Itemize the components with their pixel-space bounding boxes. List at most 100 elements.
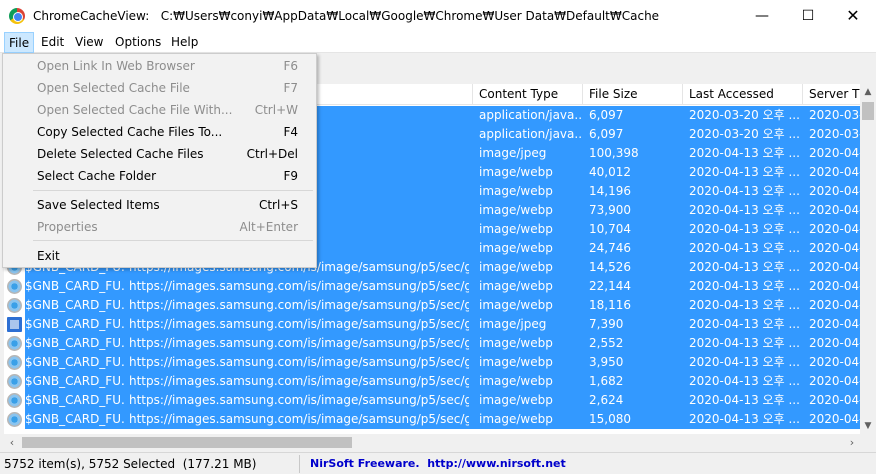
column-header-file-size[interactable]: File Size [583,84,683,105]
cell-content-type: image/webp [479,298,553,312]
cell-content-type: image/webp [479,184,553,198]
table-row[interactable]: $GNB_CARD_FU... https://images.samsung.co… [4,296,860,315]
cell-url: https://images.samsung.com/is/image/sams… [129,374,469,388]
menu-item-exit[interactable]: Exit [4,245,315,267]
menu-item-label: Properties [37,220,98,234]
cell-last-accessed: 2020-03-20 오후 ... [689,108,800,122]
cell-server-time: 2020-04- [809,203,860,217]
menu-item-label: Select Cache Folder [37,169,157,183]
cell-file-size: 2,552 [589,336,624,350]
table-row[interactable]: $GNB_CARD_FU... https://images.samsung.co… [4,353,860,372]
cell-server-time: 2020-04- [809,222,860,236]
horizontal-scrollbar[interactable]: ‹ › [4,434,860,451]
menu-edit[interactable]: Edit [41,35,64,49]
cell-file-size: 3,950 [589,355,624,369]
cell-file-size: 7,390 [589,317,624,331]
cell-url: https://images.samsung.com/is/image/sams… [129,336,469,350]
cell-file-size: 73,900 [589,203,631,217]
cell-filename: $GNB_CARD_FU... [25,412,125,426]
menu-item-shortcut: Ctrl+S [258,198,298,212]
menu-item-shortcut: Alt+Enter [239,220,298,234]
web-file-icon [7,355,22,370]
menu-item-open-selected-cache-file-with[interactable]: Open Selected Cache File With... Ctrl+W [4,99,315,121]
image-file-icon [7,317,22,332]
menu-item-label: Exit [37,249,60,263]
status-summary: 5752 item(s), 5752 Selected (177.21 MB) [0,455,300,473]
scroll-left-arrow-icon[interactable]: ‹ [4,434,20,451]
close-button[interactable]: ✕ [830,0,876,32]
scroll-up-arrow-icon[interactable]: ▲ [860,84,876,100]
scroll-down-arrow-icon[interactable]: ▼ [860,418,876,434]
minimize-button[interactable]: — [739,0,785,32]
cell-file-size: 24,746 [589,241,631,255]
cell-server-time: 2020-04- [809,393,860,407]
status-bar: 5752 item(s), 5752 Selected (177.21 MB) … [0,452,876,474]
web-file-icon [7,412,22,427]
column-header-server-time[interactable]: Server Tir [803,84,860,105]
column-header-content-type[interactable]: Content Type [473,84,583,105]
cell-last-accessed: 2020-04-13 오후 ... [689,336,800,350]
web-file-icon [7,374,22,389]
menu-file[interactable]: File [4,32,35,53]
menu-item-save-selected-items[interactable]: Save Selected Items Ctrl+S [4,194,315,216]
menu-item-label: Open Selected Cache File [37,81,190,95]
horizontal-scroll-thumb[interactable] [22,437,352,448]
table-row[interactable]: $GNB_CARD_FU... https://images.samsung.co… [4,277,860,296]
column-header-last-accessed[interactable]: Last Accessed [683,84,803,105]
cell-last-accessed: 2020-04-13 오후 ... [689,146,800,160]
menu-help[interactable]: Help [171,35,198,49]
cell-file-size: 14,196 [589,184,631,198]
maximize-button[interactable]: ☐ [785,0,831,32]
vertical-scrollbar[interactable]: ▲ ▼ [860,84,876,434]
cell-content-type: image/webp [479,279,553,293]
cell-url: https://images.samsung.com/is/image/sams… [129,355,469,369]
menu-item-label: Copy Selected Cache Files To... [37,125,223,139]
menu-view[interactable]: View [75,35,103,49]
menu-item-copy-selected-cache-files-to[interactable]: Copy Selected Cache Files To... F4 [4,121,315,143]
menu-item-properties[interactable]: Properties Alt+Enter [4,216,315,238]
table-row[interactable]: $GNB_CARD_FU... https://images.samsung.co… [4,410,860,429]
window-title: ChromeCacheView: C:₩Users₩conyi₩AppData₩… [33,9,660,23]
cell-filename: $GNB_CARD_FU... [25,298,125,312]
cell-url: https://images.samsung.com/is/image/sams… [129,317,469,331]
menu-item-shortcut: Ctrl+W [254,103,298,117]
cell-server-time: 2020-04- [809,336,860,350]
cell-server-time: 2020-04- [809,412,860,426]
cell-server-time: 2020-04- [809,184,860,198]
cell-filename: $GNB_CARD_FU... [25,374,125,388]
cell-last-accessed: 2020-04-13 오후 ... [689,184,800,198]
table-row[interactable]: $GNB_CARD_FU... https://images.samsung.co… [4,334,860,353]
cell-content-type: image/webp [479,222,553,236]
cell-filename: $GNB_CARD_FU... [25,317,125,331]
cell-content-type: image/webp [479,374,553,388]
vertical-scroll-thumb[interactable] [862,102,874,120]
cell-url: https://images.samsung.com/is/image/sams… [129,279,469,293]
cell-file-size: 100,398 [589,146,639,160]
cell-last-accessed: 2020-04-13 오후 ... [689,222,800,236]
menu-item-shortcut: Ctrl+Del [246,147,298,161]
cell-server-time: 2020-04- [809,355,860,369]
cell-file-size: 6,097 [589,108,624,122]
cell-server-time: 2020-04- [809,260,860,274]
cell-content-type: image/jpeg [479,317,547,331]
cell-content-type: application/java... [479,127,581,141]
title-bar: ChromeCacheView: C:₩Users₩conyi₩AppData₩… [0,0,876,32]
table-row[interactable]: $GNB_CARD_FU... https://images.samsung.co… [4,372,860,391]
menu-item-open-link-in-web-browser[interactable]: Open Link In Web Browser F6 [4,55,315,77]
cell-server-time: 2020-04- [809,374,860,388]
cell-last-accessed: 2020-04-13 오후 ... [689,203,800,217]
menu-item-delete-selected-cache-files[interactable]: Delete Selected Cache Files Ctrl+Del [4,143,315,165]
cell-url: https://images.samsung.com/is/image/sams… [129,412,469,426]
nirsoft-link[interactable]: NirSoft Freeware. http://www.nirsoft.net [310,455,566,473]
table-row[interactable]: $GNB_CARD_FU... https://images.samsung.co… [4,391,860,410]
cell-file-size: 10,704 [589,222,631,236]
cell-file-size: 22,144 [589,279,631,293]
cell-last-accessed: 2020-04-13 오후 ... [689,374,800,388]
cell-server-time: 2020-04- [809,298,860,312]
scroll-right-arrow-icon[interactable]: › [844,434,860,451]
cell-content-type: image/webp [479,336,553,350]
menu-options[interactable]: Options [115,35,161,49]
menu-item-open-selected-cache-file[interactable]: Open Selected Cache File F7 [4,77,315,99]
menu-item-select-cache-folder[interactable]: Select Cache Folder F9 [4,165,315,187]
table-row[interactable]: $GNB_CARD_FU... https://images.samsung.co… [4,315,860,334]
